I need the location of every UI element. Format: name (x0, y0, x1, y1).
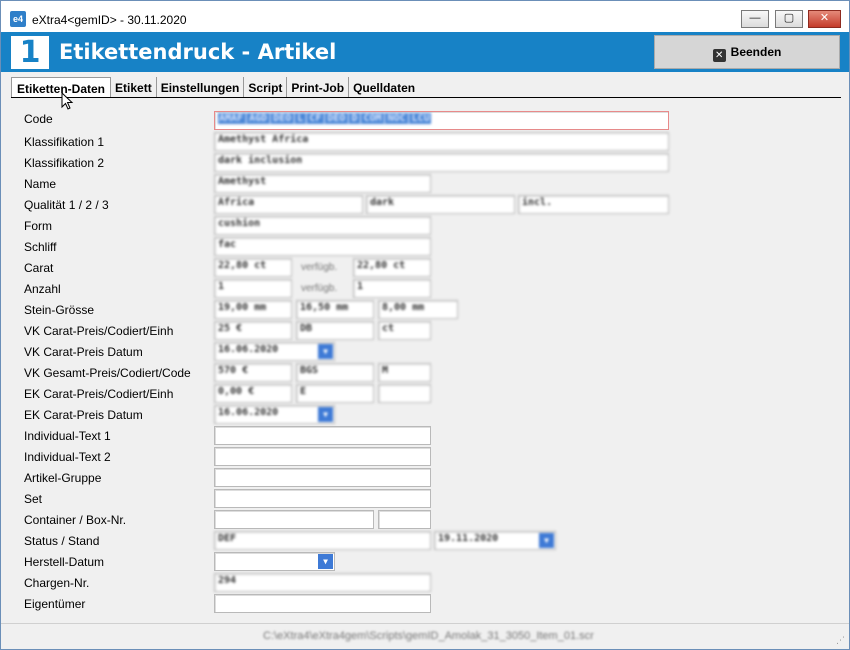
label-qualitaet: Qualität 1 / 2 / 3 (24, 198, 109, 212)
label-chargen-nr: Chargen-Nr. (24, 576, 90, 590)
chevron-down-icon[interactable]: ▼ (539, 533, 554, 548)
label-form: Form (24, 219, 52, 233)
label-schliff: Schliff (24, 240, 57, 254)
vk-carat-datum-picker[interactable]: 16.06.2020 ▼ (214, 342, 335, 361)
vk-gesamt-codiert-input[interactable]: BGS (296, 363, 374, 382)
label-individual-text-2: Individual-Text 2 (24, 450, 111, 464)
chevron-down-icon[interactable]: ▼ (318, 554, 333, 569)
vk-carat-preis-input[interactable]: 25 € (214, 321, 292, 340)
label-vk-gesamt-preis: VK Gesamt-Preis/Codiert/Code (24, 366, 191, 380)
label-set: Set (24, 492, 43, 506)
label-vk-carat-preis: VK Carat-Preis/Codiert/Einh (24, 324, 174, 338)
minimize-button[interactable]: — (741, 10, 769, 28)
klassifikation-2-input[interactable]: dark inclusion (214, 153, 669, 172)
ek-carat-codiert-input[interactable]: E (296, 384, 374, 403)
groesse-3-input[interactable]: 8,00 mm (378, 300, 458, 319)
carat-verfuegbar-input[interactable]: 22,80 ct (353, 258, 431, 277)
label-klassifikation-2: Klassifikation 2 (24, 156, 105, 170)
chevron-down-icon[interactable]: ▼ (318, 344, 333, 359)
ek-carat-preis-input[interactable]: 0,00 € (214, 384, 292, 403)
label-ek-carat-datum: EK Carat-Preis Datum (24, 408, 143, 422)
main-window: e4 eXtra4<gemID> - 30.11.2020 — ▢ ✕ 1 Et… (0, 0, 850, 650)
mouse-cursor-icon (61, 92, 74, 110)
ek-carat-datum-picker[interactable]: 16.06.2020 ▼ (214, 405, 335, 424)
individual-text-1-input[interactable] (214, 426, 431, 445)
app-icon: e4 (10, 11, 26, 27)
title-bar: e4 eXtra4<gemID> - 30.11.2020 — ▢ ✕ (1, 1, 849, 32)
script-path: C:\eXtra4\eXtra4gem\Scripts\gemID_Amolak… (263, 630, 594, 642)
tab-einstellungen[interactable]: Einstellungen (157, 77, 245, 98)
name-input[interactable]: Amethyst (214, 174, 431, 193)
label-anzahl: Anzahl (24, 282, 61, 296)
status-input[interactable]: DEF (214, 531, 431, 550)
form-input[interactable]: cushion (214, 216, 431, 235)
vk-carat-codiert-input[interactable]: DB (296, 321, 374, 340)
resize-grip-icon[interactable]: ⋰ (836, 635, 845, 646)
label-carat: Carat (24, 261, 54, 275)
vk-carat-einheit-input[interactable]: ct (378, 321, 431, 340)
tab-divider (11, 97, 841, 98)
groesse-1-input[interactable]: 19,00 mm (214, 300, 292, 319)
qualitaet-1-input[interactable]: Africa (214, 195, 363, 214)
label-vk-carat-datum: VK Carat-Preis Datum (24, 345, 143, 359)
ek-carat-einheit-input[interactable] (378, 384, 431, 403)
label-code: Code (24, 112, 53, 126)
carat-input[interactable]: 22,80 ct (214, 258, 292, 277)
chargen-nr-input[interactable]: 294 (214, 573, 431, 592)
box-nr-input[interactable] (378, 510, 431, 529)
code-input[interactable]: AMAF|AGD|DEO|L|CF|DEO|D|COM|NOC|LCU (214, 111, 669, 130)
page-header: 1 Etikettendruck - Artikel ✕ Beenden (1, 32, 849, 72)
label-klassifikation-1: Klassifikation 1 (24, 135, 105, 149)
klassifikation-1-input[interactable]: Amethyst Africa (214, 132, 669, 151)
container-input[interactable] (214, 510, 374, 529)
label-herstell-datum: Herstell-Datum (24, 555, 105, 569)
label-individual-text-1: Individual-Text 1 (24, 429, 111, 443)
set-input[interactable] (214, 489, 431, 508)
exit-button[interactable]: ✕ Beenden (654, 35, 840, 69)
close-button[interactable]: ✕ (808, 10, 841, 28)
stand-datum-picker[interactable]: 19.11.2020 ▼ (434, 531, 556, 550)
artikel-gruppe-input[interactable] (214, 468, 431, 487)
anzahl-input[interactable]: 1 (214, 279, 292, 298)
herstell-datum-picker[interactable]: ▼ (214, 552, 335, 571)
tab-print-job[interactable]: Print-Job (287, 77, 350, 98)
groesse-2-input[interactable]: 16,50 mm (296, 300, 374, 319)
carat-verfuegbar-label: verfügb. (301, 262, 338, 273)
label-container: Container / Box-Nr. (24, 513, 127, 527)
qualitaet-2-input[interactable]: dark (366, 195, 515, 214)
tab-etikett[interactable]: Etikett (111, 77, 157, 98)
page-title: Etikettendruck - Artikel (59, 40, 337, 64)
label-status: Status / Stand (24, 534, 100, 548)
vk-gesamt-code-input[interactable]: M (378, 363, 431, 382)
exit-button-label: Beenden (730, 45, 782, 59)
vk-gesamt-preis-input[interactable]: 570 € (214, 363, 292, 382)
label-ek-carat-preis: EK Carat-Preis/Codiert/Einh (24, 387, 174, 401)
status-bar: C:\eXtra4\eXtra4gem\Scripts\gemID_Amolak… (1, 623, 849, 649)
label-artikel-gruppe: Artikel-Gruppe (24, 471, 102, 485)
schliff-input[interactable]: fac (214, 237, 431, 256)
tab-quelldaten[interactable]: Quelldaten (349, 77, 419, 98)
label-stein-groesse: Stein-Grösse (24, 303, 95, 317)
tab-script[interactable]: Script (244, 77, 288, 98)
eigentuemer-input[interactable] (214, 594, 431, 613)
window-title: eXtra4<gemID> - 30.11.2020 (32, 13, 187, 27)
close-icon: ✕ (712, 49, 726, 62)
individual-text-2-input[interactable] (214, 447, 431, 466)
label-name: Name (24, 177, 57, 191)
anzahl-verfuegbar-label: verfügb. (301, 283, 338, 294)
label-eigentuemer: Eigentümer (24, 597, 86, 611)
maximize-button[interactable]: ▢ (775, 10, 803, 28)
qualitaet-3-input[interactable]: incl. (518, 195, 669, 214)
step-badge: 1 (11, 36, 49, 69)
chevron-down-icon[interactable]: ▼ (318, 407, 333, 422)
anzahl-verfuegbar-input[interactable]: 1 (353, 279, 431, 298)
